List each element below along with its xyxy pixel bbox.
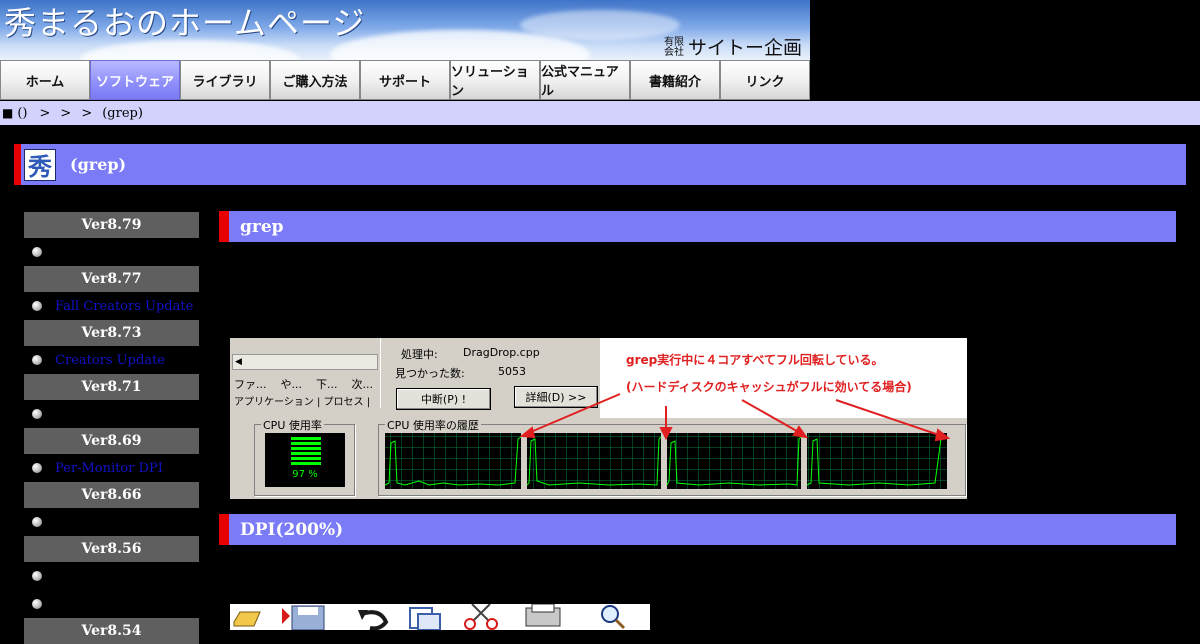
section-header-dpi: DPI(200%) [219,514,1176,545]
version-heading[interactable]: Ver8.77 [24,266,199,292]
version-item-link[interactable]: Fall Creators Update [55,299,193,314]
bullet-icon [32,301,42,311]
page-title-bar: 秀 (grep) [14,144,1186,185]
nav-software[interactable]: ソフトウェア [90,60,180,100]
version-heading[interactable]: Ver8.66 [24,482,199,508]
print-icon [525,604,561,627]
breadcrumb-separator: > [39,105,51,121]
breadcrumb-separator: > [81,105,93,121]
bullet-icon [32,463,42,473]
version-item-link[interactable]: Creators Update [55,353,165,368]
version-item[interactable] [24,562,199,590]
company-type-bottom: 会社 [663,47,684,58]
version-item[interactable]: Per-Monitor DPI [24,454,199,482]
version-heading[interactable]: Ver8.73 [24,320,199,346]
annotation-arrows [519,393,951,442]
version-item-link[interactable]: Per-Monitor DPI [55,461,163,476]
hidemaru-logo-icon: 秀 [24,148,56,181]
version-heading[interactable]: Ver8.56 [24,536,199,562]
bullet-icon [32,571,42,581]
version-item[interactable] [24,590,199,618]
undo-icon [358,610,389,630]
search-icon [601,605,626,630]
bullet-icon [32,409,42,419]
nav-links[interactable]: リンク [720,60,810,100]
page-title: (grep) [70,155,127,174]
cut-icon [464,604,498,630]
breadcrumb: ■ () > > > (grep) [0,101,1200,125]
nav-books[interactable]: 書籍紹介 [630,60,720,100]
version-item[interactable] [24,238,199,266]
breadcrumb-marker: ■ [2,106,14,120]
toolbar-screenshot [230,604,650,630]
site-banner: 秀まるおのホームページ 有限 会社 サイトー企画 [0,0,810,60]
cpu-usage-screenshot: ◀ ファ... や... 下... 次... アプリケーション | プロセス |… [230,338,967,499]
breadcrumb-current: (grep) [102,105,143,121]
nav-solution[interactable]: ソリューション [450,60,540,100]
banner-cloud [520,10,680,40]
nav-purchase[interactable]: ご購入方法 [270,60,360,100]
open-folder-icon [233,611,261,627]
breadcrumb-separator: > [60,105,72,121]
breadcrumb-home-link[interactable]: () [17,106,27,121]
toolbar-icons [233,604,626,630]
nav-home[interactable]: ホーム [0,60,90,100]
version-heading[interactable]: Ver8.79 [24,212,199,238]
site-title: 秀まるおのホームページ [4,4,366,42]
version-heading[interactable]: Ver8.54 [24,618,199,644]
version-heading[interactable]: Ver8.71 [24,374,199,400]
section-header-grep: grep [219,211,1176,242]
version-heading[interactable]: Ver8.69 [24,428,199,454]
bullet-icon [32,517,42,527]
company-name-text: サイトー企画 [687,37,802,59]
version-item[interactable]: Creators Update [24,346,199,374]
nav-support[interactable]: サポート [360,60,450,100]
nav-manual[interactable]: 公式マニュアル [540,60,630,100]
version-item[interactable] [24,400,199,428]
version-sidebar: Ver8.79 Ver8.77 Fall Creators Update Ver… [24,212,199,644]
bullet-icon [32,355,42,365]
main-nav: ホーム ソフトウェア ライブラリ ご購入方法 サポート ソリューション 公式マニ… [0,60,810,100]
nav-library[interactable]: ライブラリ [180,60,270,100]
version-item[interactable] [24,508,199,536]
save-icon [282,605,325,630]
bullet-icon [32,599,42,609]
copy-icon [409,607,441,630]
bullet-icon [32,247,42,257]
version-item[interactable]: Fall Creators Update [24,292,199,320]
company-name: 有限 会社 サイトー企画 [663,37,802,59]
